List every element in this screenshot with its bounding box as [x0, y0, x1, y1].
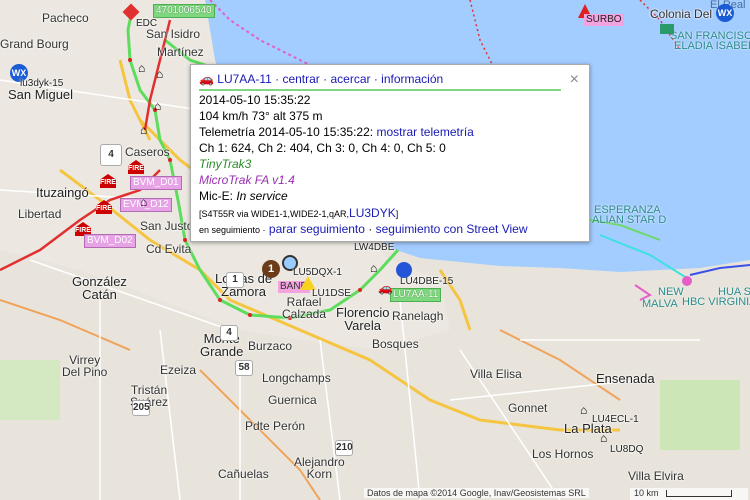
house-icon-4[interactable]: ⌂: [154, 100, 161, 112]
route-shield-205: 205: [132, 400, 150, 416]
street-view-tracking-link[interactable]: seguimiento con Street View: [376, 222, 528, 236]
route-shield-4: 4: [100, 144, 122, 166]
place-gonnet: Gonnet: [508, 401, 548, 415]
tracking-label: en seguimiento ·: [199, 225, 266, 235]
close-icon[interactable]: ×: [570, 71, 579, 89]
place-canuelas: Cañuelas: [218, 467, 269, 481]
popup-callsign-link[interactable]: LU7AA-11: [217, 72, 271, 86]
place-gonzalez-catan: González Catán: [72, 274, 127, 302]
place-ensenada: Ensenada: [596, 371, 655, 386]
station-label-lu7aa-11[interactable]: LU7AA-11: [390, 288, 442, 302]
numbered-marker-1[interactable]: 1: [262, 260, 280, 278]
telemetry-prefix: Telemetría 2014-05-10 15:35:22:: [199, 125, 374, 139]
popup-device-1: TinyTrak3: [199, 157, 252, 171]
place-virrey-del-pino: Virrey Del Pino: [62, 353, 108, 379]
station-label-bvm-d02[interactable]: BVM_D02: [84, 234, 136, 248]
station-label-lu3dyk-15[interactable]: lu3dyk-15: [18, 78, 65, 90]
station-info-popup: 🚗 LU7AA-11 · centrar · acercar · informa…: [190, 64, 590, 242]
station-label-hbc-virginia[interactable]: HBC VIRGINIA: [680, 296, 750, 308]
place-pacheco: Pacheco: [42, 11, 89, 25]
place-villa-elvira: Villa Elvira: [628, 469, 684, 483]
acercar-link[interactable]: acercar: [330, 72, 370, 86]
place-cd-evita: Cd Evita: [146, 242, 192, 256]
popup-mic-e: Mic-E: In service: [199, 189, 288, 203]
popup-channels: Ch 1: 624, Ch 2: 404, Ch 3: 0, Ch 4: 0, …: [199, 141, 446, 155]
station-label-edc[interactable]: EDC: [134, 18, 159, 30]
popup-tracking: en seguimiento · parar seguimiento · seg…: [199, 222, 528, 236]
place-caseros: Caseros: [125, 145, 170, 159]
place-longchamps: Longchamps: [262, 371, 331, 385]
show-telemetry-link[interactable]: mostrar telemetría: [376, 125, 473, 139]
map-scale: 10 km: [630, 488, 748, 500]
place-libertad: Libertad: [18, 207, 62, 221]
place-guernica: Guernica: [268, 393, 317, 407]
station-label-bvm-d01[interactable]: BVM_D01: [130, 176, 182, 190]
path-text: [S4T55R via WIDE1-1,WIDE2-1,qAR,: [199, 209, 350, 219]
route-shield-4b: 4: [220, 325, 238, 341]
place-ranelagh: Ranelagh: [392, 309, 444, 323]
stop-tracking-link[interactable]: parar seguimiento: [269, 222, 365, 236]
house-icon-6[interactable]: ⌂: [370, 262, 377, 274]
scale-label: 10 km: [634, 488, 659, 498]
ship-icon[interactable]: [660, 24, 674, 34]
place-grand-bourg: Grand Bourg: [0, 37, 69, 51]
place-burzaco: Burzaco: [248, 339, 293, 353]
station-label-lu4ecl-1[interactable]: LU4ECL-1: [590, 414, 641, 426]
route-shield-1: 1: [226, 272, 244, 288]
place-ituzaingo: Ituzaingó: [36, 185, 89, 200]
house-icon-2[interactable]: ⌂: [156, 68, 163, 80]
station-label-surbo[interactable]: SURBO: [584, 14, 624, 26]
mic-e-value: In service: [236, 189, 288, 203]
car-icon[interactable]: 🚗: [378, 282, 393, 294]
place-los-hornos: Los Hornos: [532, 447, 594, 461]
station-label-alian-star-d[interactable]: ALIAN STAR D: [590, 214, 668, 226]
popup-path: [S4T55R via WIDE1-1,WIDE2-1,qAR,LU3DYK]: [199, 206, 398, 220]
station-label-lu1dse[interactable]: LU1DSE: [310, 288, 353, 300]
place-alejandro-korn: Alejandro Korn: [294, 455, 345, 481]
popup-device-2: MicroTrak FA v1.4: [199, 173, 295, 187]
house-icon[interactable]: ⌂: [138, 62, 145, 74]
popup-telemetry: Telemetría 2014-05-10 15:35:22: mostrar …: [199, 125, 474, 139]
station-label-lu5dqx-1[interactable]: LU5DQX-1: [291, 267, 344, 279]
path-end: ]: [395, 209, 399, 219]
house-icon-3[interactable]: ⌂: [140, 124, 147, 136]
place-villa-elisa: Villa Elisa: [470, 367, 522, 381]
route-shield-210: 210: [335, 440, 353, 456]
station-label-lu8dq[interactable]: LU8DQ: [608, 444, 645, 456]
path-callsign-link[interactable]: LU3DYK: [349, 206, 396, 220]
house-icon-8[interactable]: ⌂: [600, 432, 607, 444]
map-canvas[interactable]: Pacheco Grand Bourg San Isidro Martínez …: [0, 0, 750, 500]
wx-icon-2[interactable]: WX: [716, 4, 734, 22]
station-label-malva[interactable]: MALVA: [640, 298, 680, 310]
place-bosques: Bosques: [372, 337, 419, 351]
station-label-lw4dbe[interactable]: LW4DBE: [352, 242, 396, 254]
popup-underline: [199, 89, 561, 91]
place-florencio-varela: Florencio Varela: [336, 305, 390, 333]
car-icon: 🚗: [199, 72, 214, 86]
popup-motion: 104 km/h 73° alt 375 m: [199, 109, 323, 123]
map-attribution: Datos de mapa ©2014 Google, Inav/Geosist…: [364, 488, 589, 498]
place-pdte-peron: Pdte Perón: [245, 419, 306, 433]
popup-datetime: 2014-05-10 15:35:22: [199, 93, 311, 107]
ship-dot-icon[interactable]: [682, 276, 692, 286]
mic-e-label: Mic-E:: [199, 189, 233, 203]
station-label-eladia-isabel[interactable]: ELADIA ISABEL: [672, 40, 750, 52]
place-colonia-del: Colonia Del: [650, 7, 713, 21]
popup-header: 🚗 LU7AA-11 · centrar · acercar · informa…: [199, 72, 444, 86]
house-icon-5[interactable]: ⌂: [140, 196, 147, 208]
station-dot-icon[interactable]: [396, 262, 412, 278]
place-san-justo: San Justo: [140, 219, 194, 233]
station-label-4701006540[interactable]: 4701006540: [153, 4, 215, 18]
informacion-link[interactable]: información: [381, 72, 443, 86]
centrar-link[interactable]: centrar: [282, 72, 319, 86]
station-label-lu4dbe-15[interactable]: LU4DBE-15: [398, 276, 455, 288]
house-icon-7[interactable]: ⌂: [580, 404, 587, 416]
route-shield-58: 58: [235, 360, 253, 376]
scale-bar: [666, 490, 732, 497]
place-ezeiza: Ezeiza: [160, 363, 197, 377]
place-martinez: Martínez: [157, 45, 204, 59]
